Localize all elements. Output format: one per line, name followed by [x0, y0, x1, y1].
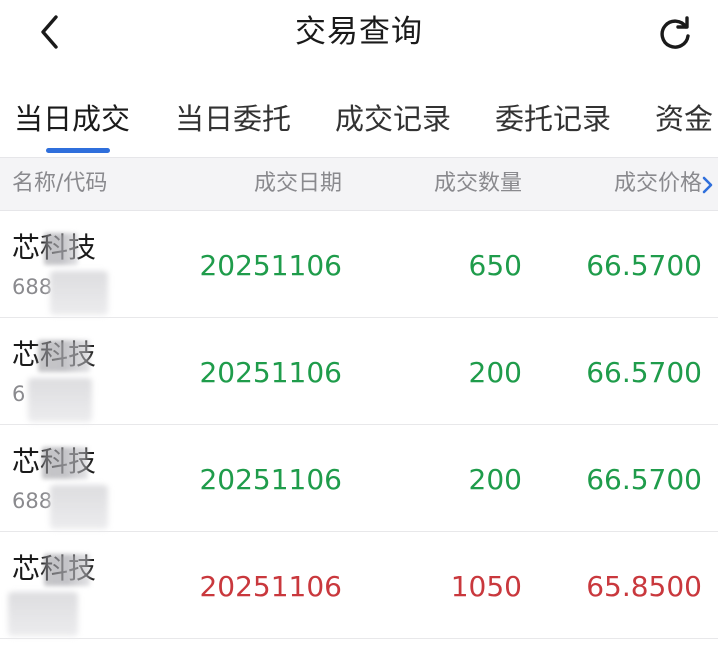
- redaction-blur: [50, 485, 108, 529]
- page-title: 交易查询: [295, 14, 423, 50]
- table-header: 名称/代码 成交日期 成交数量 成交价格: [0, 157, 718, 211]
- trade-date: 20251106: [199, 570, 342, 603]
- trade-quantity: 1050: [450, 570, 522, 603]
- trade-date: 20251106: [199, 463, 342, 496]
- trade-list: 芯科技 688 20251106 650 66.5700 芯科技 6 20251…: [0, 211, 718, 639]
- trade-price: 66.5700: [586, 356, 702, 389]
- tab-trade-history[interactable]: 成交记录: [335, 99, 451, 139]
- trade-quantity: 200: [468, 463, 522, 496]
- tab-bar: 当日成交 当日委托 成交记录 委托记录 资金: [0, 92, 718, 156]
- column-header-trade-quantity: 成交数量: [433, 171, 522, 196]
- refresh-button[interactable]: [652, 10, 698, 54]
- tab-today-trades[interactable]: 当日成交: [14, 99, 130, 139]
- tab-order-history[interactable]: 委托记录: [495, 99, 611, 139]
- redaction-blur: [50, 271, 108, 315]
- redaction-blur: [28, 378, 92, 422]
- trade-price: 66.5700: [586, 249, 702, 282]
- stock-code: 688: [12, 489, 53, 513]
- stock-code: 6: [12, 382, 26, 406]
- tab-funds[interactable]: 资金: [655, 99, 713, 139]
- trade-quantity: 650: [468, 249, 522, 282]
- trade-price: 66.5700: [586, 463, 702, 496]
- table-row[interactable]: 芯科技 6 20251106 200 66.5700: [0, 318, 718, 425]
- trade-date: 20251106: [199, 249, 342, 282]
- chevron-right-icon[interactable]: [701, 176, 713, 194]
- top-bar: 交易查询: [0, 0, 718, 70]
- column-header-trade-price: 成交价格: [613, 171, 702, 196]
- redaction-blur: [38, 340, 90, 372]
- trade-date: 20251106: [199, 356, 342, 389]
- redaction-blur: [42, 447, 88, 479]
- active-tab-indicator: [46, 148, 110, 153]
- trade-quantity: 200: [468, 356, 522, 389]
- table-row[interactable]: 芯科技 688 20251106 200 66.5700: [0, 425, 718, 532]
- column-header-name-code: 名称/代码: [12, 171, 108, 196]
- column-header-trade-date: 成交日期: [253, 171, 342, 196]
- refresh-icon: [660, 16, 690, 49]
- stock-code: 688: [12, 275, 53, 299]
- trade-price: 65.8500: [586, 570, 702, 603]
- redaction-blur: [44, 554, 90, 586]
- tab-today-orders[interactable]: 当日委托: [175, 99, 291, 139]
- table-row[interactable]: 芯科技 688 20251106 650 66.5700: [0, 211, 718, 318]
- redaction-blur: [44, 233, 78, 265]
- table-row[interactable]: 芯科技 20251106 1050 65.8500: [0, 532, 718, 639]
- redaction-blur: [8, 592, 78, 636]
